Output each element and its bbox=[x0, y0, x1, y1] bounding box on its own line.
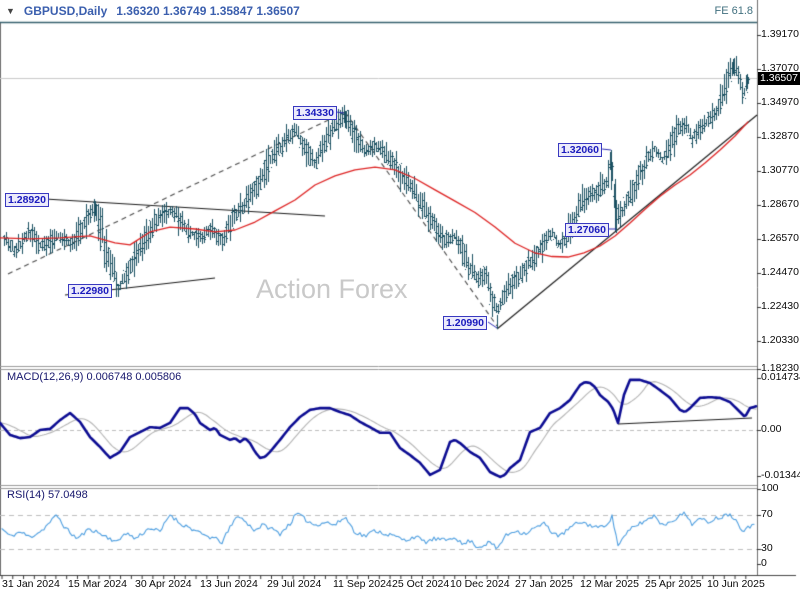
trading-chart-window: ▼ GBPUSD,Daily 1.36320 1.36749 1.35847 1… bbox=[0, 0, 800, 600]
price-axis-label: 1.34970 bbox=[761, 96, 799, 108]
date-axis-label: 27 Jan 2025 bbox=[515, 578, 573, 590]
price-axis-label: 1.32870 bbox=[761, 130, 799, 142]
date-axis-label: 25 Oct 2024 bbox=[392, 578, 450, 590]
date-axis-label: 10 Dec 2024 bbox=[450, 578, 510, 590]
chart-symbol-title: GBPUSD,Daily bbox=[23, 4, 108, 18]
price-axis-label: 1.26570 bbox=[761, 232, 799, 244]
date-axis-label: 10 Jun 2025 bbox=[707, 578, 765, 590]
date-axis-label: 15 Mar 2024 bbox=[68, 578, 127, 590]
pivot-price-label[interactable]: 1.20990 bbox=[443, 316, 487, 330]
price-axis-label: 1.22430 bbox=[761, 300, 799, 312]
date-axis-label: 12 Mar 2025 bbox=[580, 578, 639, 590]
pivot-price-label[interactable]: 1.28920 bbox=[5, 193, 49, 207]
pivot-price-label[interactable]: 1.22980 bbox=[68, 284, 112, 298]
pivot-price-label[interactable]: 1.34330 bbox=[293, 106, 337, 120]
fib-extension-label[interactable]: FE 61.8 bbox=[714, 5, 753, 17]
price-axis-label: 1.30770 bbox=[761, 164, 799, 176]
current-price-tag: 1.36507 bbox=[758, 72, 800, 85]
chart-canvas[interactable] bbox=[0, 0, 800, 600]
macd-axis-label: 0.014734 bbox=[761, 371, 800, 383]
symbol-dropdown-icon[interactable]: ▼ bbox=[6, 6, 15, 16]
macd-axis-label: -0.013442 bbox=[761, 469, 800, 481]
date-axis-label: 13 Jun 2024 bbox=[200, 578, 258, 590]
pivot-price-label[interactable]: 1.27060 bbox=[565, 223, 609, 237]
price-axis-label: 1.24470 bbox=[761, 266, 799, 278]
date-axis-label: 25 Apr 2025 bbox=[645, 578, 702, 590]
rsi-axis-label: 0 bbox=[761, 557, 767, 569]
price-axis-label: 1.39170 bbox=[761, 28, 799, 40]
chart-ohlc-quotes: 1.36320 1.36749 1.35847 1.36507 bbox=[116, 4, 300, 18]
date-axis-label: 29 Jul 2024 bbox=[267, 578, 322, 590]
rsi-indicator-header: RSI(14) 57.0498 bbox=[7, 489, 88, 501]
rsi-axis-label: 100 bbox=[761, 482, 779, 494]
price-axis-label: 1.20330 bbox=[761, 334, 799, 346]
pivot-price-label[interactable]: 1.32060 bbox=[558, 143, 602, 157]
macd-axis-label: 0.00 bbox=[761, 423, 782, 435]
rsi-axis-label: 70 bbox=[761, 508, 773, 520]
chart-title-bar: ▼ GBPUSD,Daily 1.36320 1.36749 1.35847 1… bbox=[6, 4, 300, 18]
date-axis-label: 31 Jan 2024 bbox=[2, 578, 60, 590]
price-axis-label: 1.28670 bbox=[761, 198, 799, 210]
macd-indicator-header: MACD(12,26,9) 0.006748 0.005806 bbox=[7, 371, 182, 383]
rsi-axis-label: 30 bbox=[761, 542, 773, 554]
date-axis-label: 30 Apr 2024 bbox=[135, 578, 192, 590]
date-axis-label: 11 Sep 2024 bbox=[333, 578, 392, 590]
